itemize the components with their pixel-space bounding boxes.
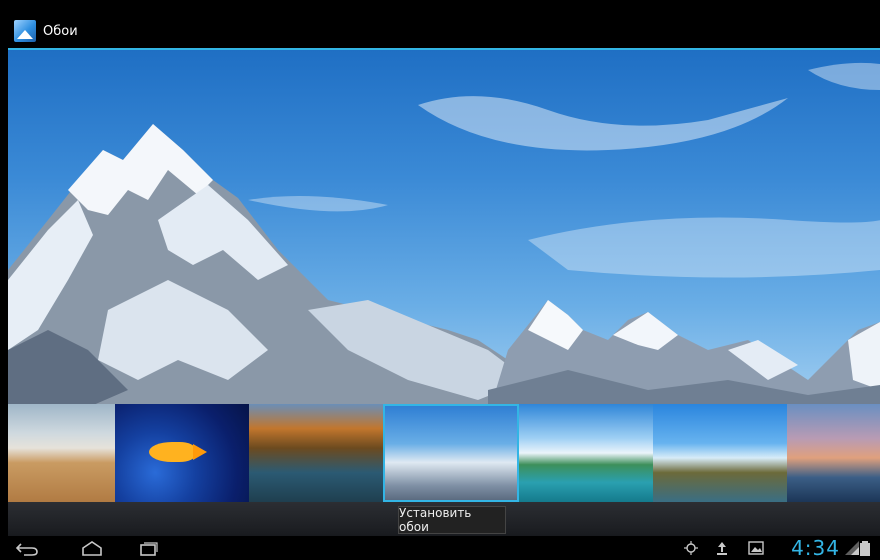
fish-thumbnail[interactable] bbox=[115, 404, 249, 502]
wallpaper-picker-screen: Обои Установить обои 4:34 bbox=[8, 14, 880, 560]
home-icon[interactable] bbox=[80, 540, 104, 556]
wallpaper-app-icon[interactable] bbox=[14, 20, 36, 42]
status-clock: 4:34 bbox=[791, 536, 840, 560]
image-icon bbox=[748, 541, 764, 555]
beach-thumbnail[interactable] bbox=[8, 404, 115, 502]
tropical-island-thumbnail[interactable] bbox=[519, 404, 653, 502]
upload-icon bbox=[717, 542, 727, 555]
action-bar: Обои bbox=[8, 14, 880, 50]
back-icon[interactable] bbox=[14, 540, 40, 556]
location-icon bbox=[684, 541, 698, 555]
wallpaper-preview bbox=[8, 50, 880, 416]
system-navigation-bar: 4:34 bbox=[8, 536, 880, 560]
wifi-icon bbox=[845, 541, 859, 555]
recent-apps-icon[interactable] bbox=[136, 540, 160, 556]
mountain-thumbnail[interactable] bbox=[383, 404, 519, 502]
set-wallpaper-button[interactable]: Установить обои bbox=[398, 506, 506, 534]
app-title: Обои bbox=[43, 23, 78, 39]
thumbnail-strip bbox=[8, 404, 880, 502]
fish-icon bbox=[149, 442, 207, 462]
coastal-tree-thumbnail[interactable] bbox=[653, 404, 787, 502]
autumn-lake-thumbnail[interactable] bbox=[249, 404, 383, 502]
coastal-town-thumbnail[interactable] bbox=[787, 404, 880, 502]
battery-icon bbox=[860, 541, 870, 556]
